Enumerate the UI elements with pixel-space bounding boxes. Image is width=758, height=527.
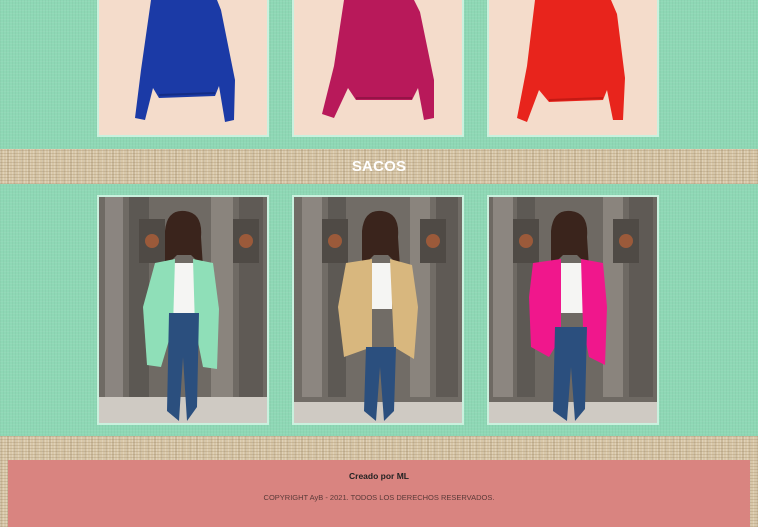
sweater-image [489,0,657,135]
sweater-image [99,0,267,135]
sweater-image [294,0,462,135]
product-photo-red-sweater[interactable] [487,0,659,137]
product-photo-mint-cardigan[interactable] [97,195,269,425]
footer-copyright: COPYRIGHT AyB - 2021. TODOS LOS DERECHOS… [263,493,495,502]
model-image [294,197,462,423]
footer-credit: Creado por ML [349,471,409,481]
product-photo-blue-sweater[interactable] [97,0,269,137]
product-photo-beige-cardigan[interactable] [292,195,464,425]
product-photo-pink-cardigan[interactable] [487,195,659,425]
model-image [489,197,657,423]
footer: Creado por ML COPYRIGHT AyB - 2021. TODO… [8,460,750,527]
section-title: SACOS [351,158,407,175]
product-photo-magenta-sweater[interactable] [292,0,464,137]
model-image [99,197,267,423]
